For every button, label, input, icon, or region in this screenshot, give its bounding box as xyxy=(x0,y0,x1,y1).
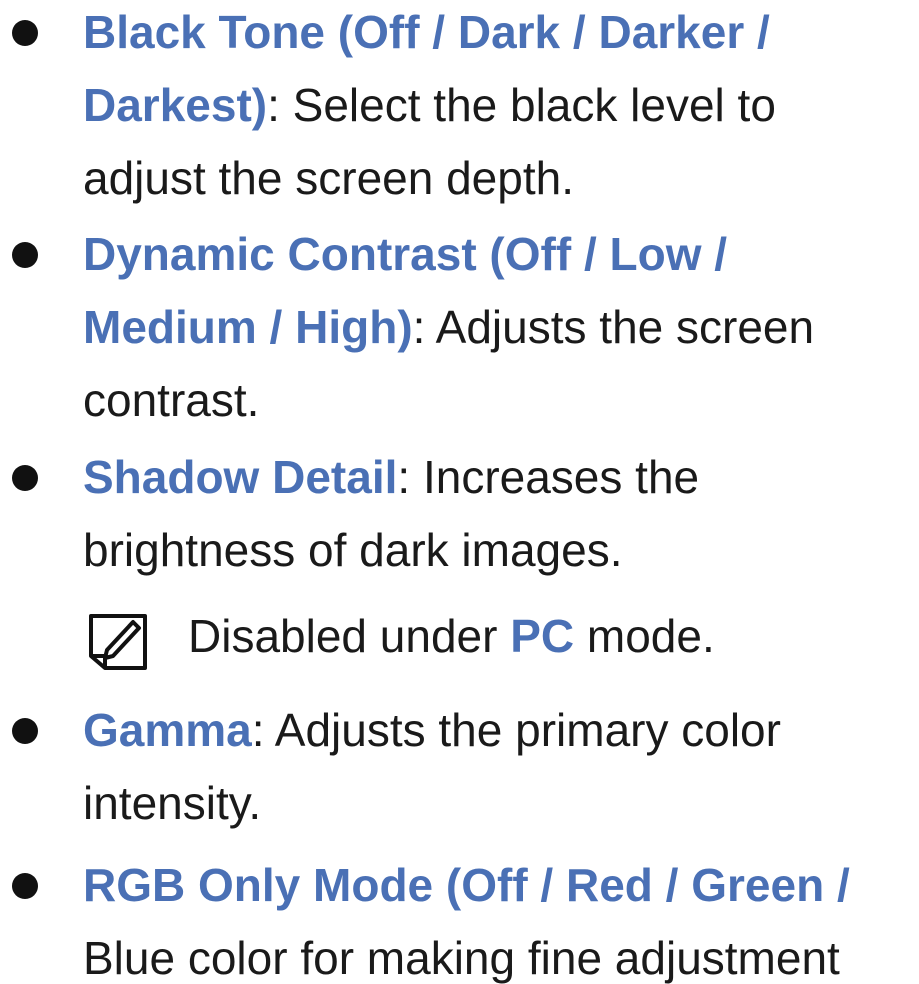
list-item-dynamic-contrast: Dynamic Contrast (Off / Low / Medium / H… xyxy=(83,218,919,437)
bullet-icon xyxy=(12,20,38,46)
list-item-shadow-detail: Shadow Detail: Increases the brightness … xyxy=(83,441,919,587)
term-black-tone: Black Tone (Off / Dark / Darker / xyxy=(83,6,770,58)
term-shadow-detail: Shadow Detail xyxy=(83,451,398,503)
desc-black-tone-cont: adjust the screen depth. xyxy=(83,152,574,204)
desc-gamma-cont: intensity. xyxy=(83,777,262,829)
note-text-before: Disabled under xyxy=(188,610,511,662)
desc-dynamic-contrast: : Adjusts the screen xyxy=(412,301,815,353)
manual-page: Black Tone (Off / Dark / Darker / Darkes… xyxy=(0,0,919,984)
term-black-tone-cont: Darkest) xyxy=(83,79,268,131)
note-highlight-pc: PC xyxy=(510,610,575,662)
note-text-after: mode. xyxy=(574,610,715,662)
desc-rgb-only-mode: Blue color for making fine adjustment xyxy=(83,932,840,984)
note-text: Disabled under PC mode. xyxy=(188,600,715,673)
bullet-icon xyxy=(12,718,38,744)
term-gamma: Gamma xyxy=(83,704,252,756)
term-dynamic-contrast: Dynamic Contrast (Off / Low / xyxy=(83,228,728,280)
list-item-gamma: Gamma: Adjusts the primary color intensi… xyxy=(83,694,919,840)
desc-dynamic-contrast-cont: contrast. xyxy=(83,374,260,426)
note-pencil-icon xyxy=(89,614,147,670)
list-item-rgb-only-mode: RGB Only Mode (Off / Red / Green / Blue … xyxy=(83,849,919,984)
desc-black-tone: : Select the black level to xyxy=(267,79,776,131)
bullet-icon xyxy=(12,242,38,268)
desc-shadow-detail: : Increases the xyxy=(397,451,700,503)
bullet-icon xyxy=(12,873,38,899)
desc-gamma: : Adjusts the primary color xyxy=(251,704,781,756)
term-rgb-only-mode: RGB Only Mode (Off / Red / Green / xyxy=(83,859,850,911)
bullet-icon xyxy=(12,465,38,491)
term-dynamic-contrast-cont: Medium / High) xyxy=(83,301,413,353)
list-item-black-tone: Black Tone (Off / Dark / Darker / Darkes… xyxy=(83,0,919,215)
desc-shadow-detail-cont: brightness of dark images. xyxy=(83,524,623,576)
